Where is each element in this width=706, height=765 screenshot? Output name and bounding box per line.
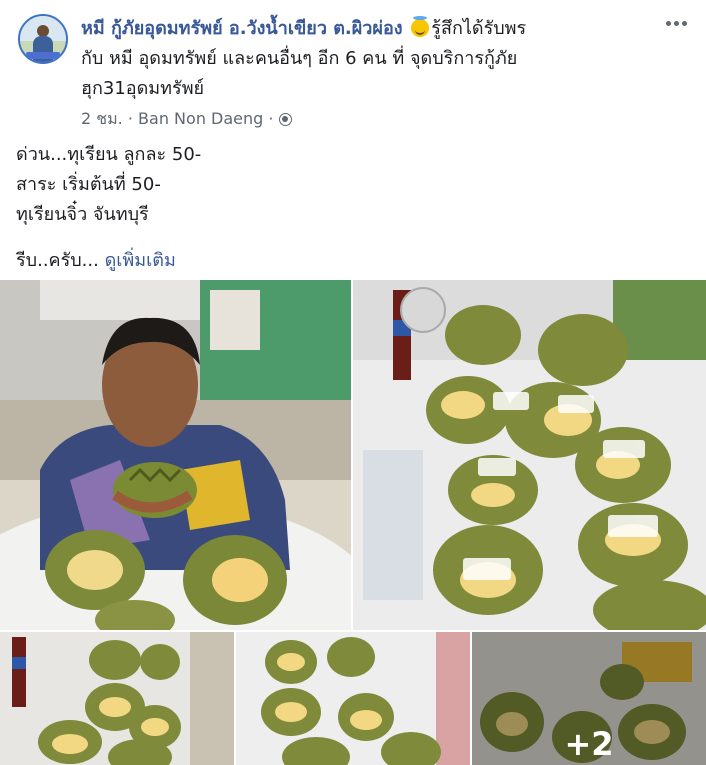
post-line: ทุเรียนจิ๋ว จันทบุรี xyxy=(16,204,149,225)
photo-boy-with-durian[interactable] xyxy=(0,280,351,630)
place-link-part1[interactable]: จุดบริการกู้ภัย xyxy=(410,48,517,69)
post-line: สาระ เริ่มต้นที่ 50- xyxy=(16,174,161,195)
place-link-part2[interactable]: ฮุก31อุดมทรัพย์ xyxy=(81,78,204,99)
timestamp[interactable]: 2 ชม. xyxy=(81,109,123,128)
photo-durians-on-table[interactable] xyxy=(353,280,706,630)
photo-durians-small-3[interactable]: +2 xyxy=(472,632,706,765)
photo-grid: +2 xyxy=(0,280,706,765)
post-heading: หมี กู้ภัยอุดมทรัพย์ อ.วังน้ำเขียว ต.ผิว… xyxy=(81,14,661,104)
meta-separator: · xyxy=(127,109,133,128)
post-line: ด่วน...ทุเรียน ลูกละ 50- xyxy=(16,144,202,165)
location-link[interactable]: Ban Non Daeng xyxy=(138,109,263,128)
post-header: หมี กู้ภัยอุดมทรัพย์ อ.วังน้ำเขียว ต.ผิว… xyxy=(0,0,706,135)
feeling-text: รู้สึกได้รับพร xyxy=(431,18,527,39)
photo-durians-small-1[interactable] xyxy=(0,632,234,765)
meta-separator: · xyxy=(268,109,274,128)
post-text: ด่วน...ทุเรียน ลูกละ 50- สาระ เริ่มต้นที… xyxy=(16,140,686,276)
author-avatar[interactable] xyxy=(18,14,68,64)
author-name-link[interactable]: หมี กู้ภัยอุดมทรัพย์ อ.วังน้ำเขียว ต.ผิว… xyxy=(81,18,403,39)
post-meta: 2 ชม. · Ban Non Daeng · xyxy=(81,107,292,131)
post-line-last: รีบ..ครับ... ดูเพิ่มเติม xyxy=(16,250,176,271)
more-photos-count: +2 xyxy=(564,725,614,763)
photo-durians-small-2[interactable] xyxy=(236,632,470,765)
more-options-button[interactable] xyxy=(658,8,694,38)
at-text: ที่ xyxy=(392,48,405,69)
more-options-icon xyxy=(665,20,671,26)
tagged-people[interactable]: กับ หมี อุดมทรัพย์ และคนอื่นๆ อีก 6 คน xyxy=(81,48,387,69)
angel-face-icon xyxy=(411,16,430,37)
see-more-link[interactable]: ดูเพิ่มเติม xyxy=(105,250,176,271)
globe-icon[interactable] xyxy=(278,113,292,126)
